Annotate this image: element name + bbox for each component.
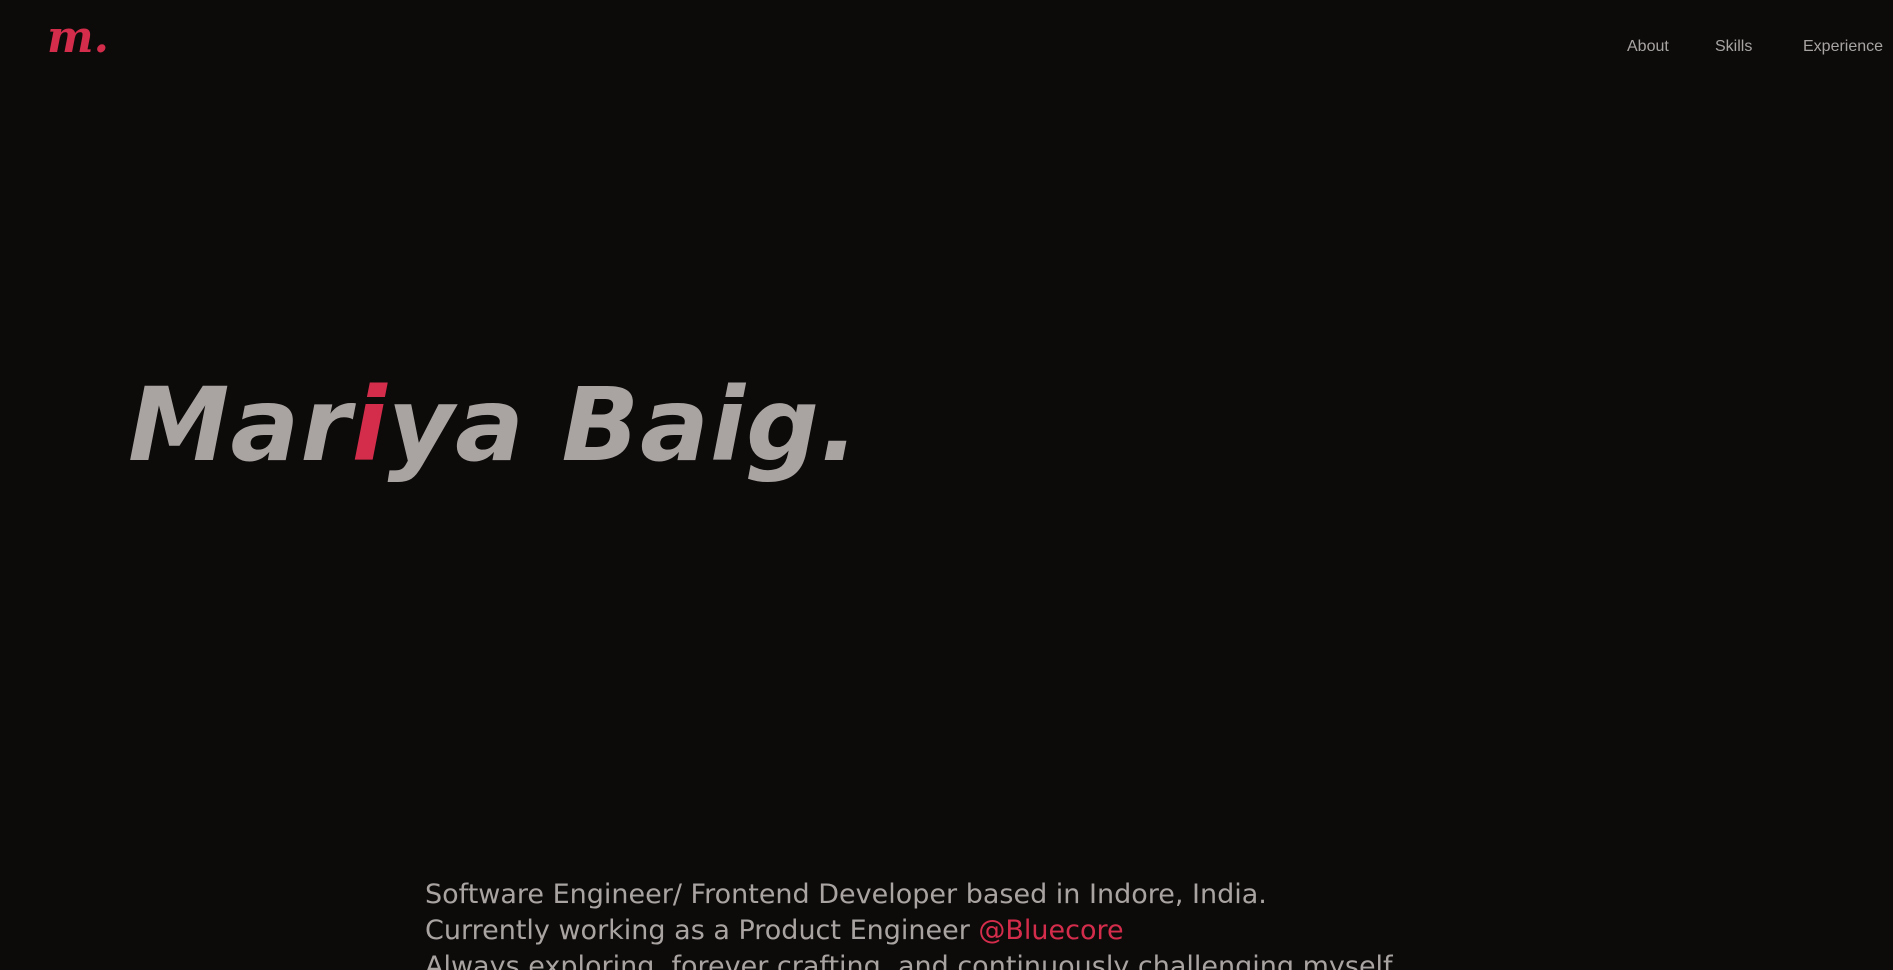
nav-experience-link[interactable]: Experience [1803,38,1883,56]
nav-skills-link[interactable]: Skills [1715,38,1752,56]
logo-letter: m [47,12,94,63]
intro-text: Software Engineer/ Frontend Developer ba… [425,877,1399,970]
nav-about-link[interactable]: About [1627,38,1669,56]
hero-name-part1: Mar [128,366,352,485]
intro-line-1: Software Engineer/ Frontend Developer ba… [425,879,1267,910]
top-nav: About Skills Experience [1627,38,1893,58]
logo-dot: . [93,12,109,63]
bluecore-link[interactable]: @Bluecore [978,915,1123,946]
page: m. About Skills Experience Mariya Baig. … [0,0,1893,970]
intro-line-2-text: Currently working as a Product Engineer [425,915,979,946]
intro-line-3: Always exploring, forever crafting, and … [425,951,1400,970]
hero-name-accent-letter: i [351,366,388,485]
hero-name: Mariya Baig. [128,366,860,486]
hero-name-part2: ya Baig. [387,366,860,485]
intro-line-2: Currently working as a Product Engineer … [425,913,1399,949]
logo[interactable]: m. [47,16,109,60]
